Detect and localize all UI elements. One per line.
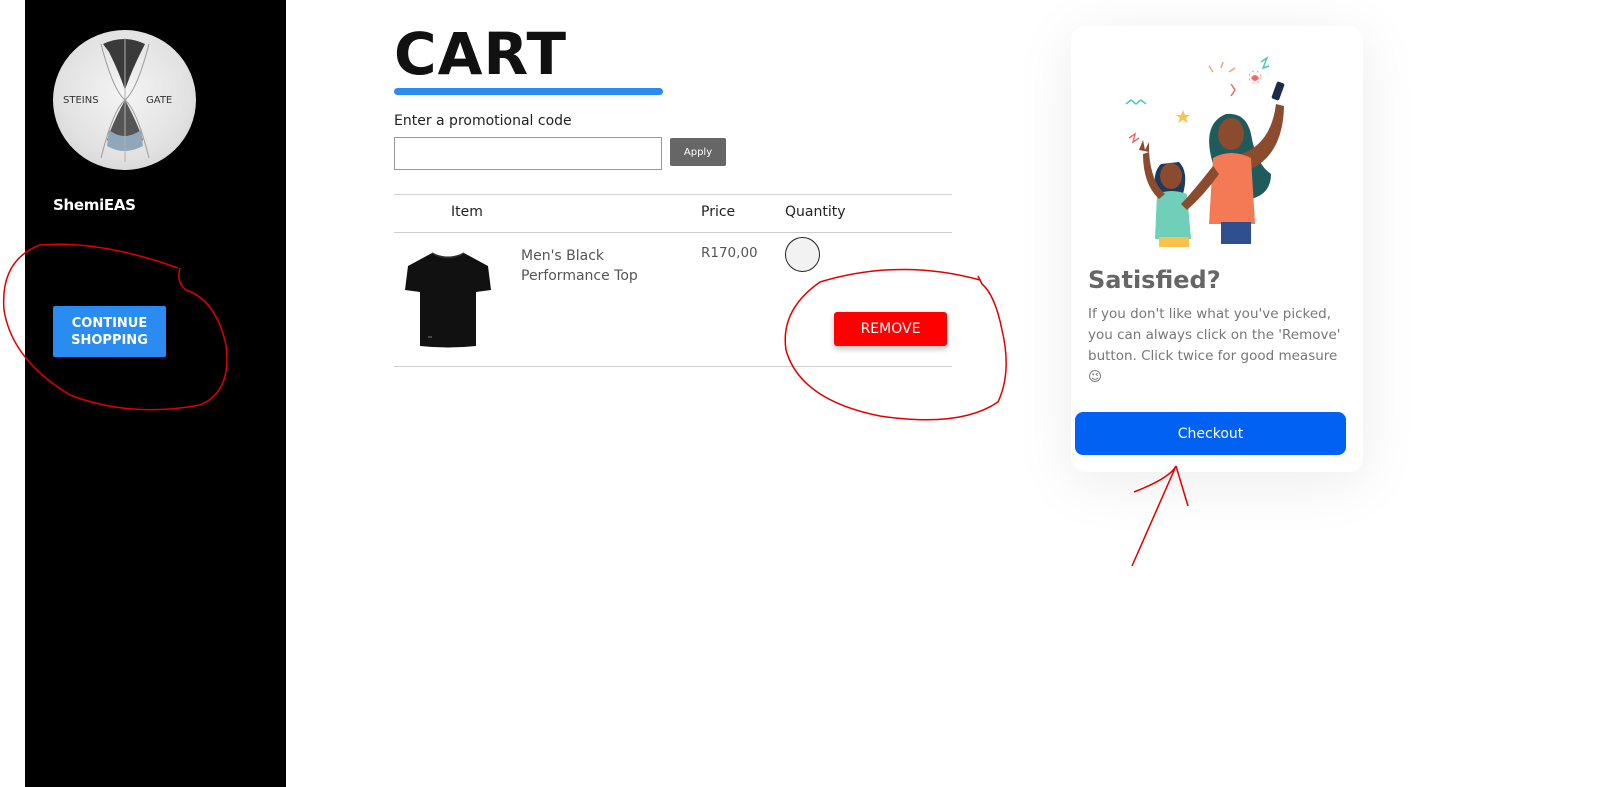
page-title: CART: [394, 20, 568, 88]
apply-button[interactable]: Apply: [670, 138, 726, 166]
checkout-button[interactable]: Checkout: [1075, 412, 1346, 455]
product-image: [404, 250, 492, 354]
column-header-quantity: Quantity: [785, 204, 846, 220]
sidebar: STEINS GATE ShemiEAS CONTINUE SHOPPING: [25, 0, 286, 787]
card-text: If you don't like what you've picked, yo…: [1088, 306, 1341, 385]
avatar-text-right: GATE: [146, 95, 172, 106]
card-title: Satisfied?: [1088, 266, 1221, 294]
continue-shopping-button[interactable]: CONTINUE SHOPPING: [53, 306, 166, 357]
quantity-input[interactable]: [785, 237, 820, 272]
avatar: STEINS GATE: [53, 30, 196, 170]
celebration-illustration: [1125, 56, 1285, 247]
promo-code-input[interactable]: [394, 137, 662, 170]
column-header-item: Item: [451, 204, 483, 220]
product-name[interactable]: Men's Black Performance Top: [521, 246, 671, 286]
table-divider: [394, 194, 952, 195]
avatar-text-left: STEINS: [63, 95, 99, 106]
annotation-arrow-icon: [1131, 465, 1189, 567]
table-divider: [394, 232, 952, 233]
info-card: Satisfied? If you don't like what you've…: [1071, 26, 1363, 472]
username: ShemiEAS: [53, 196, 136, 214]
tshirt-icon: [405, 252, 491, 348]
product-price: R170,00: [701, 245, 758, 261]
remove-button[interactable]: REMOVE: [834, 312, 947, 346]
hourglass-icon: STEINS GATE: [63, 38, 172, 162]
table-divider: [394, 366, 952, 367]
column-header-price: Price: [701, 204, 736, 220]
promo-label: Enter a promotional code: [394, 113, 572, 129]
title-underline: [394, 88, 663, 95]
